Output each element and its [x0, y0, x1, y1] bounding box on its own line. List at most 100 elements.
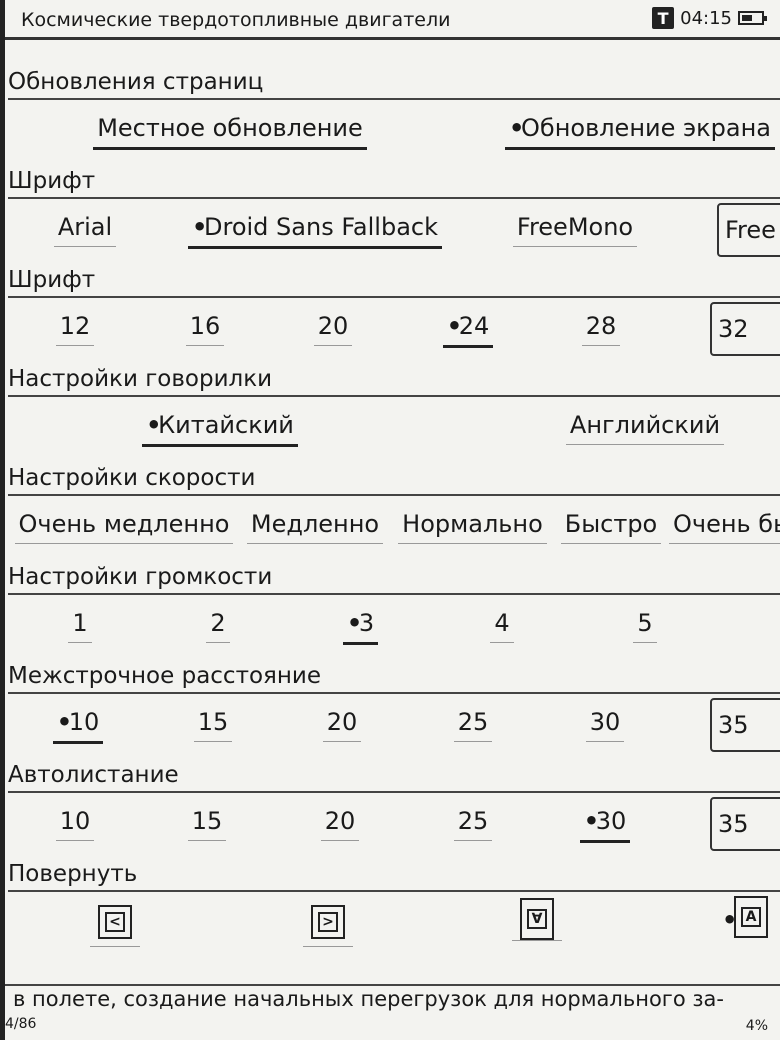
option-font-freemono[interactable]: FreeMono [500, 207, 650, 253]
option-lang-english[interactable]: Английский [550, 405, 740, 451]
selected-dot-icon: • [346, 609, 363, 637]
option-volume-1[interactable]: 1 [45, 603, 115, 649]
option-spacing-35[interactable]: 35 [710, 698, 780, 752]
option-label: 20 [313, 307, 353, 346]
option-speed-normal[interactable]: Нормально [390, 504, 555, 550]
option-local-update[interactable]: Местное обновление [80, 108, 380, 154]
option-size-12[interactable]: 12 [35, 306, 115, 352]
section-title: Повернуть [8, 856, 780, 892]
option-lang-chinese[interactable]: •Китайский [130, 405, 310, 451]
options-row: 10 15 20 25 •30 35 [5, 793, 780, 856]
option-label: 3 [358, 609, 375, 637]
option-label: Медленно [246, 505, 384, 544]
option-label: 15 [187, 802, 227, 841]
options-row: < > ∀ • A [5, 892, 780, 955]
selected-dot-icon: • [509, 114, 525, 142]
option-label: 20 [322, 703, 362, 742]
section-title: Настройки громкости [8, 559, 780, 595]
selected-dot-icon: • [446, 312, 463, 340]
option-rotate-right[interactable]: > [288, 900, 368, 947]
option-label: Обновление экрана [521, 114, 772, 142]
section-title: Шрифт [8, 262, 780, 298]
option-label: Китайский [158, 411, 294, 439]
page-number: 4/86 [5, 1016, 37, 1032]
option-label: Английский [565, 406, 725, 445]
option-label: Arial [53, 208, 117, 247]
option-label: Местное обновление [93, 109, 367, 150]
option-label: 20 [320, 802, 360, 841]
option-label: Быстро [560, 505, 662, 544]
option-speed-fast[interactable]: Быстро [557, 504, 665, 550]
selected-dot-icon: • [722, 906, 738, 934]
status-bar: Космические твердотопливные двигатели T … [5, 0, 780, 40]
option-rotate-left[interactable]: < [75, 900, 155, 947]
option-volume-2[interactable]: 2 [183, 603, 253, 649]
option-rotate-180[interactable]: ∀ [497, 898, 577, 946]
option-label: Нормально [398, 505, 547, 544]
book-text-line: в полете, создание начальных перегрузок … [5, 984, 780, 1012]
option-spacing-30[interactable]: 30 [565, 702, 645, 748]
option-label: 32 [718, 315, 749, 343]
option-speed-slow[interactable]: Медленно [245, 504, 385, 550]
option-autoscroll-35[interactable]: 35 [710, 797, 780, 851]
selected-dot-icon: • [192, 213, 208, 241]
option-spacing-20[interactable]: 20 [302, 702, 382, 748]
option-label: 10 [68, 708, 100, 736]
selected-dot-icon: • [56, 708, 73, 736]
reading-progress: 4% [745, 1018, 768, 1034]
option-label: 35 [718, 810, 749, 838]
option-label: 28 [581, 307, 621, 346]
option-size-32[interactable]: 32 [710, 302, 780, 356]
option-label: Droid Sans Fallback [204, 213, 438, 241]
rotate-left-icon: < [98, 905, 132, 939]
option-size-20[interactable]: 20 [293, 306, 373, 352]
section-speed: Настройки скорости Очень медленно Медлен… [5, 460, 780, 559]
selected-dot-icon: • [583, 807, 600, 835]
option-label: 35 [718, 711, 749, 739]
option-font-free[interactable]: Free [717, 203, 780, 257]
option-volume-3[interactable]: •3 [323, 603, 398, 649]
option-autoscroll-25[interactable]: 25 [433, 801, 513, 847]
section-title: Настройки скорости [8, 460, 780, 496]
option-label: 30 [595, 807, 627, 835]
rotate-right-icon: > [311, 905, 345, 939]
option-label: 4 [490, 604, 514, 643]
section-font-family: Шрифт Arial •Droid Sans Fallback FreeMon… [5, 163, 780, 262]
section-title: Межстрочное расстояние [8, 658, 780, 694]
option-font-droid[interactable]: •Droid Sans Fallback [170, 207, 460, 253]
option-spacing-15[interactable]: 15 [173, 702, 253, 748]
book-title: Космические твердотопливные двигатели [21, 9, 451, 31]
option-size-24[interactable]: •24 [423, 306, 513, 352]
option-screen-update[interactable]: •Обновление экрана [505, 108, 780, 154]
option-size-16[interactable]: 16 [165, 306, 245, 352]
option-font-arial[interactable]: Arial [35, 207, 135, 253]
settings-menu: Обновления страниц Местное обновление •О… [5, 64, 780, 955]
option-autoscroll-30[interactable]: •30 [560, 801, 650, 847]
option-volume-4[interactable]: 4 [467, 603, 537, 649]
option-label: 5 [633, 604, 657, 643]
option-label: 30 [585, 703, 625, 742]
option-spacing-10[interactable]: •10 [33, 702, 123, 748]
option-volume-5[interactable]: 5 [610, 603, 680, 649]
option-label: 12 [55, 307, 95, 346]
option-label: 15 [193, 703, 233, 742]
option-size-28[interactable]: 28 [561, 306, 641, 352]
option-autoscroll-10[interactable]: 10 [35, 801, 115, 847]
clock: 04:15 [680, 7, 732, 29]
option-rotate-normal[interactable]: • A [705, 896, 780, 946]
option-label: Очень медленно [14, 505, 234, 544]
option-autoscroll-15[interactable]: 15 [167, 801, 247, 847]
section-line-spacing: Межстрочное расстояние •10 15 20 25 30 3… [5, 658, 780, 757]
option-autoscroll-20[interactable]: 20 [300, 801, 380, 847]
options-row: Arial •Droid Sans Fallback FreeMono Free [5, 199, 780, 262]
option-label: 16 [185, 307, 225, 346]
option-speed-very-slow[interactable]: Очень медленно [10, 504, 238, 550]
options-row: 1 2 •3 4 5 [5, 595, 780, 658]
rotate-180-icon: ∀ [520, 898, 554, 940]
option-label: 1 [68, 604, 92, 643]
option-speed-very-fast[interactable]: Очень бы [669, 504, 780, 550]
options-row: Очень медленно Медленно Нормально Быстро… [5, 496, 780, 559]
option-spacing-25[interactable]: 25 [433, 702, 513, 748]
rotate-normal-icon: A [734, 896, 768, 938]
section-title: Обновления страниц [8, 64, 780, 100]
